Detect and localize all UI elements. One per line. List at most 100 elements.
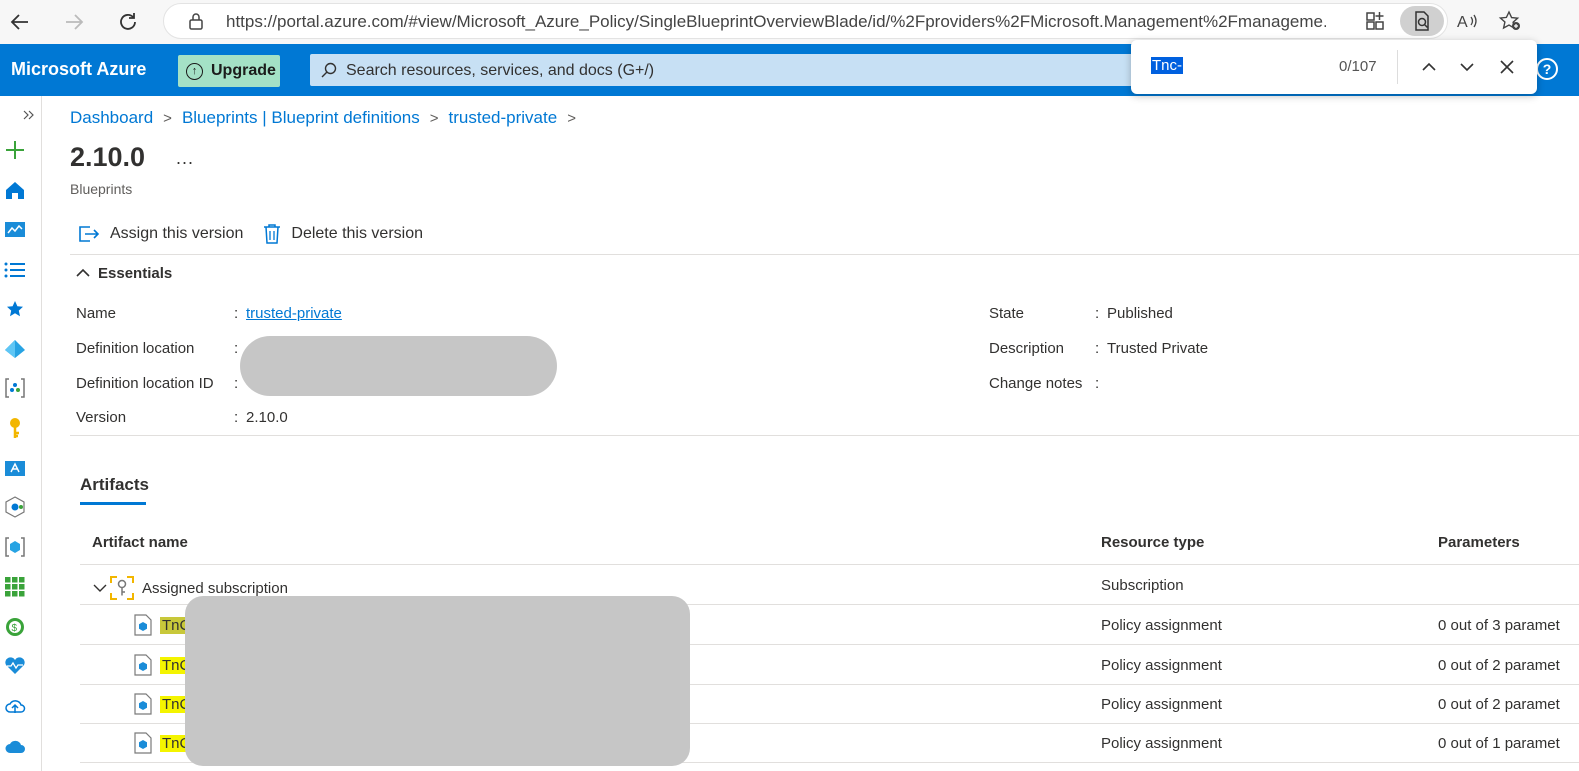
monitor-heart-icon[interactable] [4,655,26,677]
blueprint-name-link[interactable]: trusted-private [246,305,342,322]
delete-version-label: Delete this version [291,225,424,242]
essentials-value-description: Trusted Private [1107,340,1209,357]
policy-assignment-icon [134,614,152,636]
essentials-toggle[interactable]: Essentials [76,265,172,282]
brand-logo-text[interactable]: Microsoft Azure [11,59,146,80]
page-subtitle: Blueprints [70,181,133,197]
essentials-colon: : [1095,340,1100,357]
command-bar: Assign this version Delete this version [78,222,443,246]
essentials-colon: : [234,375,239,392]
delete-version-button[interactable]: Delete this version [263,223,423,245]
chevron-right-icon: > [429,109,439,127]
redacted-region [185,596,690,766]
column-header-artifact-name[interactable]: Artifact name [92,534,188,551]
forward-icon[interactable] [58,6,90,38]
app-services-icon[interactable] [4,457,26,479]
kubernetes-icon[interactable] [4,496,26,518]
find-previous-icon[interactable] [1415,53,1443,81]
assign-version-button[interactable]: Assign this version [78,224,243,244]
essentials-colon: : [234,305,239,322]
essentials-colon: : [234,409,239,426]
group-resource-type: Subscription [1101,577,1184,594]
essentials-label-change-notes: Change notes [989,375,1083,392]
artifact-resource-type: Policy assignment [1101,735,1222,752]
column-header-resource-type[interactable]: Resource type [1101,534,1204,551]
redacted-region [240,336,557,396]
expand-menu-icon[interactable] [18,104,40,126]
table-row[interactable]: TnC [134,614,193,636]
key-icon[interactable] [4,417,26,439]
chevron-up-icon [76,265,90,282]
address-bar[interactable]: https://portal.azure.com/#view/Microsoft… [163,3,1520,39]
policy-assignment-icon [134,654,152,676]
tab-artifacts[interactable]: Artifacts [80,475,149,495]
find-divider [1397,50,1398,84]
chevron-right-icon: > [163,109,172,127]
command-divider [70,254,1579,255]
cloud-icon[interactable] [4,735,26,757]
find-close-icon[interactable] [1493,53,1521,81]
column-header-parameters[interactable]: Parameters [1438,534,1520,551]
back-icon[interactable] [4,6,36,38]
essentials-colon: : [1095,375,1100,392]
artifact-parameters: 0 out of 3 paramet [1438,617,1560,634]
browser-toolbar: https://portal.azure.com/#view/Microsoft… [0,0,1579,44]
app-available-icon[interactable] [1364,10,1386,37]
breadcrumb: Dashboard > Blueprints | Blueprint defin… [70,108,586,128]
all-services-icon[interactable] [4,259,26,281]
more-actions-button[interactable]: ... [176,148,194,169]
upgrade-label: Upgrade [211,62,276,79]
chevron-down-icon[interactable] [92,582,108,594]
svg-text:$: $ [12,623,18,634]
tab-selected-indicator [80,502,146,505]
group-name: Assigned subscription [142,579,288,597]
help-icon[interactable]: ? [1536,58,1558,80]
lock-icon[interactable] [188,12,204,35]
home-icon[interactable] [4,179,26,201]
cost-management-icon[interactable]: $ [4,616,26,638]
container-icon[interactable] [4,536,26,558]
global-search-input[interactable]: Search resources, services, and docs (G+… [310,54,1140,86]
arrow-up-icon: ↑ [186,62,203,80]
essentials-colon: : [1095,305,1100,322]
entra-id-icon[interactable] [4,338,26,360]
policy-assignment-icon [134,732,152,754]
essentials-label-definition-location: Definition location [76,340,195,357]
trash-icon [263,223,281,245]
table-row[interactable]: TnC [134,732,193,754]
refresh-icon[interactable] [112,6,144,38]
favorites-star-icon[interactable] [4,298,26,320]
artifact-resource-type: Policy assignment [1101,617,1222,634]
policy-assignment-icon [134,693,152,715]
upgrade-button[interactable]: ↑ Upgrade [178,55,280,87]
assign-version-label: Assign this version [110,225,244,242]
essentials-value-state: Published [1107,305,1173,322]
essentials-label-name: Name [76,305,117,322]
find-query-input[interactable]: Tnc- [1151,57,1183,74]
table-row[interactable]: TnC [134,654,193,676]
left-navigation-rail: $ [0,96,42,771]
essentials-label-definition-location-id: Definition location ID [76,375,214,392]
chevron-right-icon: > [567,109,576,127]
resource-groups-icon[interactable] [4,377,26,399]
essentials-value-name[interactable]: trusted-private [246,305,342,322]
breadcrumb-blueprint-definitions[interactable]: Blueprints | Blueprint definitions [182,108,420,128]
artifact-resource-type: Policy assignment [1101,696,1222,713]
create-resource-icon[interactable] [4,139,26,161]
find-on-page-icon[interactable] [1400,6,1444,36]
artifact-resource-type: Policy assignment [1101,657,1222,674]
essentials-heading: Essentials [98,265,173,282]
all-resources-grid-icon[interactable] [4,576,26,598]
cloud-upload-icon[interactable] [4,695,26,717]
breadcrumb-trusted-private[interactable]: trusted-private [449,108,558,128]
find-next-icon[interactable] [1453,53,1481,81]
breadcrumb-dashboard[interactable]: Dashboard [70,108,153,128]
search-placeholder: Search resources, services, and docs (G+… [346,62,655,79]
favorites-add-icon[interactable] [1498,10,1522,37]
artifact-parameters: 0 out of 2 paramet [1438,696,1560,713]
dashboard-icon[interactable] [4,219,26,241]
table-row[interactable]: TnC [134,693,193,715]
page-title: 2.10.0 [70,142,146,172]
read-aloud-icon[interactable]: A [1456,10,1480,37]
essentials-label-description: Description [989,340,1065,357]
